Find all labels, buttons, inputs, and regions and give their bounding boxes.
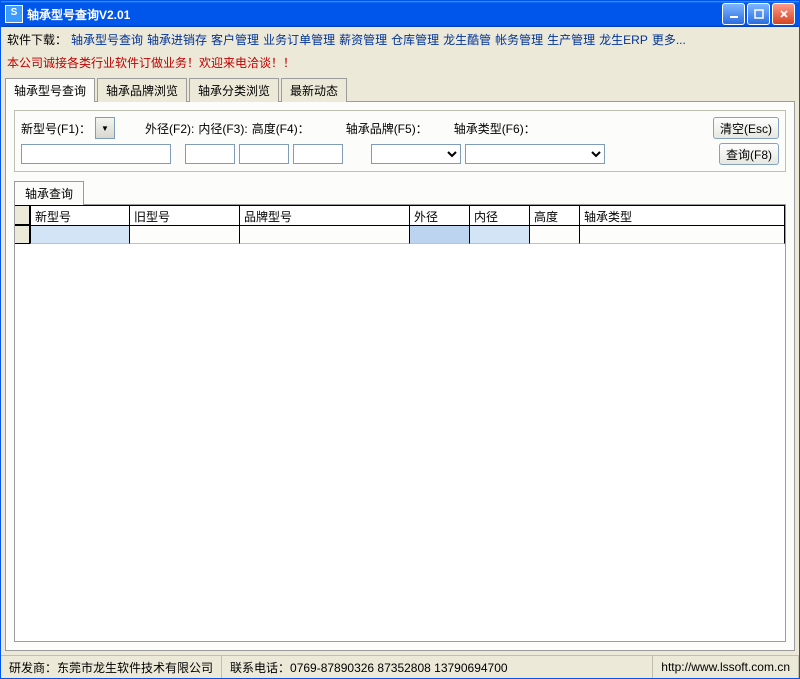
close-button[interactable]	[772, 3, 795, 25]
grid-empty-area	[15, 244, 785, 641]
col-bearing-type[interactable]: 轴承类型	[580, 205, 785, 225]
status-phone: 联系电话：0769-87890326 87352808 13790694700	[222, 656, 653, 678]
outer-dia-input[interactable]	[185, 144, 235, 164]
app-window: S 轴承型号查询V2.01 软件下载： 轴承型号查询 轴承进销存 客户管理 业务…	[0, 0, 800, 679]
label-inner-dia: 内径(F3):	[198, 120, 247, 137]
inner-dia-input[interactable]	[239, 144, 289, 164]
menu-item[interactable]: 轴承进销存	[147, 31, 207, 48]
menu-item[interactable]: 客户管理	[211, 31, 259, 48]
label-type: 轴承类型(F6)：	[454, 120, 536, 137]
brand-select[interactable]	[371, 144, 461, 164]
tab-model-search[interactable]: 轴承型号查询	[5, 78, 95, 102]
label-height: 高度(F4)：	[252, 120, 310, 137]
status-vendor: 研发商：东莞市龙生软件技术有限公司	[1, 656, 222, 678]
title-bar: S 轴承型号查询V2.01	[1, 1, 799, 27]
col-inner-dia[interactable]: 内径	[470, 205, 530, 225]
menu-item[interactable]: 生产管理	[547, 31, 595, 48]
col-outer-dia[interactable]: 外径	[410, 205, 470, 225]
menu-item[interactable]: 薪资管理	[339, 31, 387, 48]
app-icon: S	[5, 5, 23, 23]
main-tab-body: 新型号(F1)： ▼ 外径(F2): 内径(F3): 高度(F4)： 轴承品牌(…	[5, 101, 795, 651]
menu-item[interactable]: 轴承型号查询	[71, 31, 143, 48]
col-height[interactable]: 高度	[530, 205, 580, 225]
clear-button[interactable]: 清空(Esc)	[713, 117, 779, 139]
height-input[interactable]	[293, 144, 343, 164]
row-selector[interactable]	[15, 226, 30, 244]
tab-brand-browse[interactable]: 轴承品牌浏览	[97, 78, 187, 102]
minimize-button[interactable]	[722, 3, 745, 25]
search-button[interactable]: 查询(F8)	[719, 143, 779, 165]
tab-category-browse[interactable]: 轴承分类浏览	[189, 78, 279, 102]
window-title: 轴承型号查询V2.01	[27, 6, 722, 23]
model-type-dropdown[interactable]: ▼	[95, 117, 115, 139]
new-model-input[interactable]	[21, 144, 171, 164]
maximize-button[interactable]	[747, 3, 770, 25]
menu-bar: 软件下载： 轴承型号查询 轴承进销存 客户管理 业务订单管理 薪资管理 仓库管理…	[1, 27, 799, 52]
main-tab-strip: 轴承型号查询 轴承品牌浏览 轴承分类浏览 最新动态	[1, 75, 799, 101]
menu-item[interactable]: 龙生ERP	[599, 31, 648, 48]
menu-item[interactable]: 帐务管理	[495, 31, 543, 48]
label-new-model: 新型号(F1)：	[21, 120, 91, 137]
grid-header-row: 新型号 旧型号 品牌型号 外径 内径 高度 轴承类型	[15, 205, 785, 226]
col-old-model[interactable]: 旧型号	[130, 205, 240, 225]
tab-bearing-query[interactable]: 轴承查询	[14, 181, 84, 205]
menu-lead: 软件下载：	[7, 31, 67, 48]
tab-news[interactable]: 最新动态	[281, 78, 347, 102]
col-new-model[interactable]: 新型号	[30, 205, 130, 225]
menu-item[interactable]: 更多...	[652, 31, 686, 48]
menu-item[interactable]: 龙生酷管	[443, 31, 491, 48]
menu-item[interactable]: 业务订单管理	[263, 31, 335, 48]
status-url: http://www.lssoft.com.cn	[653, 656, 799, 678]
table-row[interactable]	[15, 226, 785, 244]
filter-panel: 新型号(F1)： ▼ 外径(F2): 内径(F3): 高度(F4)： 轴承品牌(…	[14, 110, 786, 172]
col-brand-model[interactable]: 品牌型号	[240, 205, 410, 225]
announcement-banner: 本公司诚接各类行业软件订做业务！欢迎来电洽谈！！	[1, 52, 799, 75]
status-bar: 研发商：东莞市龙生软件技术有限公司 联系电话：0769-87890326 873…	[1, 655, 799, 678]
label-brand: 轴承品牌(F5)：	[346, 120, 428, 137]
results-grid: 新型号 旧型号 品牌型号 外径 内径 高度 轴承类型	[14, 204, 786, 642]
menu-item[interactable]: 仓库管理	[391, 31, 439, 48]
row-selector-header	[15, 205, 30, 225]
type-select[interactable]	[465, 144, 605, 164]
label-outer-dia: 外径(F2):	[145, 120, 194, 137]
